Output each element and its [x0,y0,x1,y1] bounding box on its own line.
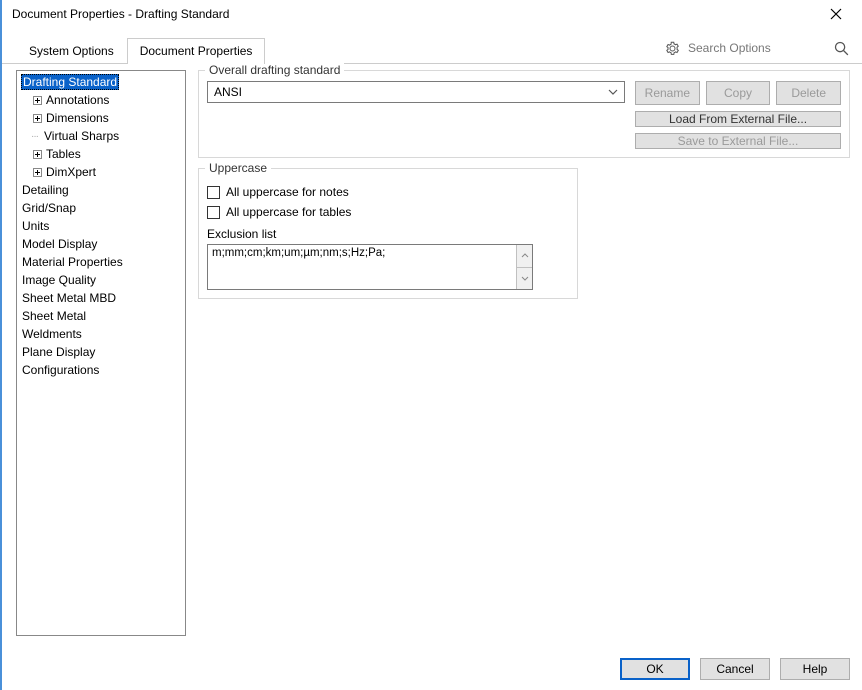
main-panel: Overall drafting standard ANSI Rename Co… [198,70,850,636]
checkbox-icon [207,206,220,219]
nav-tree: Drafting Standard Annotations Dimensions… [16,70,186,636]
tree-detailing[interactable]: Detailing [17,181,185,199]
tree-plane-display[interactable]: Plane Display [17,343,185,361]
close-icon [830,8,842,20]
uppercase-notes-label: All uppercase for notes [226,185,349,199]
tree-sheet-metal-mbd[interactable]: Sheet Metal MBD [17,289,185,307]
uppercase-group: Uppercase All uppercase for notes All up… [198,168,578,299]
exclusion-textarea[interactable]: m;mm;cm;km;um;µm;nm;s;Hz;Pa; [208,245,516,289]
search-input[interactable] [686,40,826,56]
save-external-button[interactable]: Save to External File... [635,133,841,149]
standard-dropdown[interactable]: ANSI [207,81,625,103]
tree-dimxpert[interactable]: DimXpert [17,163,185,181]
exclusion-spin [516,245,532,289]
standard-button-column: Rename Copy Delete Load From External Fi… [635,81,841,149]
chevron-down-icon [606,85,620,99]
tree-model-display[interactable]: Model Display [17,235,185,253]
close-button[interactable] [816,0,856,28]
expand-icon[interactable] [31,94,43,106]
standard-value: ANSI [214,85,242,99]
ok-button[interactable]: OK [620,658,690,680]
uppercase-tables-label: All uppercase for tables [226,205,351,219]
exclusion-textarea-wrap: m;mm;cm;km;um;µm;nm;s;Hz;Pa; [207,244,533,290]
titlebar: Document Properties - Drafting Standard [2,0,862,28]
checkbox-icon [207,186,220,199]
dialog-footer: OK Cancel Help [620,658,850,680]
expand-icon[interactable] [31,112,43,124]
tab-document-properties[interactable]: Document Properties [127,38,266,64]
exclusion-label: Exclusion list [207,227,569,241]
help-button[interactable]: Help [780,658,850,680]
chevron-down-icon [521,276,529,281]
overall-standard-group: Overall drafting standard ANSI Rename Co… [198,70,850,158]
copy-button[interactable]: Copy [706,81,771,105]
tree-sheet-metal[interactable]: Sheet Metal [17,307,185,325]
tree-dimensions[interactable]: Dimensions [17,109,185,127]
expand-icon[interactable] [31,148,43,160]
tree-leaf-icon: ··· [31,131,41,142]
chevron-up-icon [521,253,529,258]
tree-annotations[interactable]: Annotations [17,91,185,109]
rename-button[interactable]: Rename [635,81,700,105]
uppercase-notes-checkbox[interactable]: All uppercase for notes [207,185,569,199]
search-wrap [664,39,850,63]
cancel-button[interactable]: Cancel [700,658,770,680]
overall-standard-label: Overall drafting standard [205,63,344,77]
tree-configurations[interactable]: Configurations [17,361,185,379]
delete-button[interactable]: Delete [776,81,841,105]
spin-down-button[interactable] [517,268,532,290]
tree-image-quality[interactable]: Image Quality [17,271,185,289]
tree-material-properties[interactable]: Material Properties [17,253,185,271]
tree-weldments[interactable]: Weldments [17,325,185,343]
tree-tables[interactable]: Tables [17,145,185,163]
tree-drafting-standard[interactable]: Drafting Standard [17,73,185,91]
uppercase-tables-checkbox[interactable]: All uppercase for tables [207,205,569,219]
tab-system-options[interactable]: System Options [16,38,127,64]
tab-strip: System Options Document Properties [16,38,265,64]
spin-up-button[interactable] [517,245,532,268]
uppercase-title: Uppercase [205,161,271,175]
tree-grid-snap[interactable]: Grid/Snap [17,199,185,217]
topbar: System Options Document Properties [2,28,862,64]
window-title: Document Properties - Drafting Standard [12,7,229,21]
load-external-button[interactable]: Load From External File... [635,111,841,127]
tree-virtual-sharps[interactable]: ···Virtual Sharps [17,127,185,145]
gear-icon[interactable] [664,40,680,56]
content: Drafting Standard Annotations Dimensions… [2,64,862,636]
tree-units[interactable]: Units [17,217,185,235]
expand-icon[interactable] [31,166,43,178]
search-icon[interactable] [832,39,850,57]
